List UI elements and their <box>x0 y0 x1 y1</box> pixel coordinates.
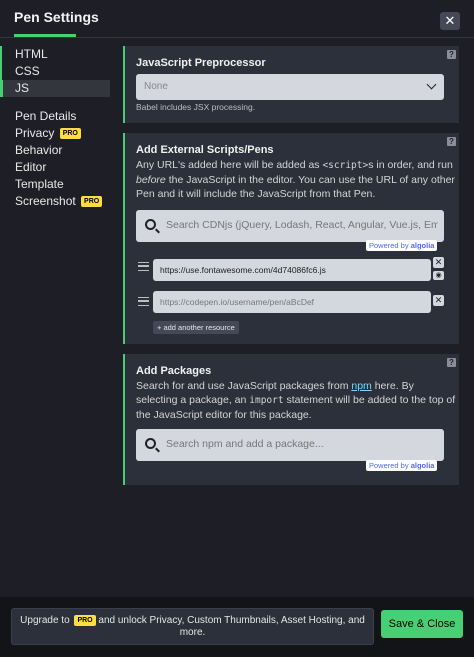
modal-title: Pen Settings <box>14 9 99 25</box>
packages-description: Search for and use JavaScript packages f… <box>136 379 456 422</box>
search-icon <box>145 219 156 230</box>
pro-badge: PRO <box>74 615 96 626</box>
sidebar-item-screenshot[interactable]: Screenshot PRO <box>0 193 110 210</box>
powered-by-algolia[interactable]: Powered by algolia <box>366 240 438 251</box>
preprocessor-panel: ? JavaScript Preprocessor None Babel inc… <box>123 46 459 123</box>
title-underline <box>14 34 76 37</box>
packages-title: Add Packages <box>136 365 212 377</box>
powered-by-label: Powered by <box>369 241 409 250</box>
sidebar-item-js[interactable]: JS <box>0 80 110 97</box>
sidebar-item-editor[interactable]: Editor <box>0 159 110 176</box>
upgrade-banner[interactable]: Upgrade to PRO and unlock Privacy, Custo… <box>11 608 374 645</box>
sidebar-item-label: Behavior <box>15 143 63 157</box>
sidebar-item-pen-details[interactable]: Pen Details <box>0 108 110 125</box>
resource-input[interactable]: https://use.fontawesome.com/4d74086fc6.j… <box>153 259 431 281</box>
modal-footer: Upgrade to PRO and unlock Privacy, Custo… <box>0 597 474 657</box>
powered-by-algolia[interactable]: Powered by algolia <box>366 460 438 471</box>
search-icon <box>145 438 156 449</box>
external-scripts-panel: ? Add External Scripts/Pens Any URL's ad… <box>123 133 459 344</box>
upgrade-text: Upgrade to <box>20 615 70 626</box>
npm-link[interactable]: npm <box>351 380 371 392</box>
drag-handle-icon[interactable] <box>138 262 149 271</box>
description-text: Any URL's added here will be added as <box>136 159 323 171</box>
script-tag-code: <script> <box>322 160 369 171</box>
close-icon[interactable]: ✕ <box>440 12 460 30</box>
sidebar-item-template[interactable]: Template <box>0 176 110 193</box>
resource-input[interactable]: https://codepen.io/username/pen/aBcDef <box>153 291 431 313</box>
chevron-down-icon <box>426 79 437 90</box>
sidebar-item-html[interactable]: HTML <box>0 46 110 63</box>
sidebar-item-css[interactable]: CSS <box>0 63 110 80</box>
cdnjs-search-input[interactable]: Search CDNjs (jQuery, Lodash, React, Ang… <box>136 210 444 242</box>
algolia-logo: algolia <box>410 461 435 470</box>
algolia-logo: algolia <box>410 241 435 250</box>
upgrade-text: and unlock Privacy, Custom Thumbnails, A… <box>98 615 365 626</box>
sidebar-item-label: Privacy <box>15 126 55 140</box>
help-icon[interactable]: ? <box>447 358 456 367</box>
sidebar-item-behavior[interactable]: Behavior <box>0 142 110 159</box>
description-text: Search for and use JavaScript packages f… <box>136 380 352 392</box>
drag-handle-icon[interactable] <box>138 297 149 306</box>
search-placeholder: Search npm and add a package... <box>166 438 324 450</box>
save-close-button[interactable]: Save & Close <box>381 610 463 638</box>
eye-icon[interactable]: ◉ <box>433 271 444 280</box>
help-icon[interactable]: ? <box>447 137 456 146</box>
sidebar-item-label: Pen Details <box>15 109 77 123</box>
description-text: the JavaScript in the editor. You can us… <box>136 174 455 200</box>
before-emphasis: before <box>136 174 166 186</box>
packages-panel: ? Add Packages Search for and use JavaSc… <box>123 354 459 485</box>
sidebar-item-label: CSS <box>15 64 40 78</box>
upgrade-text: more. <box>179 627 206 638</box>
modal-header: Pen Settings ✕ <box>0 0 474 38</box>
preprocessor-select[interactable]: None <box>136 74 444 100</box>
remove-resource-icon[interactable]: ✕ <box>433 295 444 306</box>
powered-by-label: Powered by <box>369 461 409 470</box>
remove-resource-icon[interactable]: ✕ <box>433 257 444 268</box>
external-scripts-title: Add External Scripts/Pens <box>136 144 274 156</box>
preprocessor-title: JavaScript Preprocessor <box>136 57 266 69</box>
sidebar-item-label: Screenshot <box>15 194 76 208</box>
add-resource-button[interactable]: + add another resource <box>153 321 239 334</box>
help-icon[interactable]: ? <box>447 50 456 59</box>
pro-badge: PRO <box>81 196 103 207</box>
sidebar-item-label: Template <box>15 177 64 191</box>
search-placeholder: Search CDNjs (jQuery, Lodash, React, Ang… <box>166 219 438 231</box>
import-code: import <box>249 395 284 406</box>
preprocessor-hint: Babel includes JSX processing. <box>136 102 256 112</box>
preprocessor-selected-value: None <box>144 81 168 92</box>
sidebar-item-label: JS <box>15 81 30 95</box>
external-scripts-description: Any URL's added here will be added as <s… <box>136 158 456 201</box>
pro-badge: PRO <box>59 128 81 139</box>
sidebar-item-privacy[interactable]: Privacy PRO <box>0 125 110 142</box>
npm-search-input[interactable]: Search npm and add a package... <box>136 429 444 461</box>
description-text: s in order, and run <box>368 159 453 171</box>
sidebar-item-label: HTML <box>15 47 48 61</box>
sidebar-item-label: Editor <box>15 160 47 174</box>
